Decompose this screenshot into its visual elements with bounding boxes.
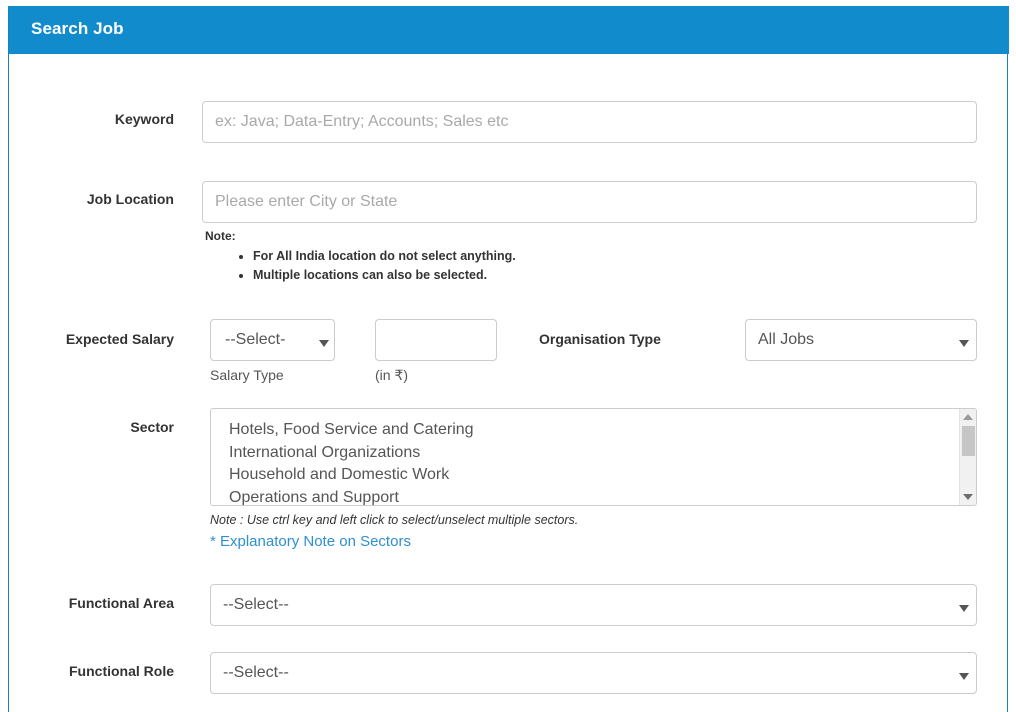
sector-label: Sector xyxy=(130,419,174,435)
functional-role-select[interactable]: --Select-- xyxy=(210,652,977,694)
list-item: For All India location do not select any… xyxy=(237,247,516,266)
keyword-input[interactable]: ex: Java; Data-Entry; Accounts; Sales et… xyxy=(202,101,977,143)
salary-type-select[interactable]: --Select- xyxy=(210,319,335,361)
functional-area-select[interactable]: --Select-- xyxy=(210,584,977,626)
functional-area-label: Functional Area xyxy=(68,595,174,611)
sector-note: Note : Use ctrl key and left click to se… xyxy=(210,513,579,527)
organisation-type-select[interactable]: All Jobs xyxy=(745,319,977,361)
explanatory-note-link[interactable]: * Explanatory Note on Sectors xyxy=(210,533,411,550)
list-item[interactable]: Operations and Support xyxy=(229,487,954,506)
job-location-label: Job Location xyxy=(86,191,174,207)
salary-type-sublabel: Salary Type xyxy=(210,367,284,383)
chevron-down-icon xyxy=(959,605,969,612)
job-location-note-list: For All India location do not select any… xyxy=(237,247,516,285)
chevron-down-icon xyxy=(319,340,329,347)
functional-role-label: Functional Role xyxy=(69,663,174,679)
salary-amount-sublabel: (in ₹) xyxy=(375,367,409,383)
organisation-type-label: Organisation Type xyxy=(539,331,661,347)
scrollbar-thumb[interactable] xyxy=(962,426,975,456)
page-title: Search Job xyxy=(31,19,124,38)
sector-options: Hotels, Food Service and Catering Intern… xyxy=(211,409,954,506)
list-item[interactable]: Household and Domestic Work xyxy=(229,464,954,487)
expected-salary-label: Expected Salary xyxy=(65,331,174,347)
salary-amount-input[interactable] xyxy=(375,319,497,361)
chevron-down-icon xyxy=(959,673,969,680)
scroll-down-arrow-icon[interactable] xyxy=(963,494,973,500)
sector-scrollbar[interactable] xyxy=(959,409,976,505)
search-job-panel: Search Job Keyword ex: Java; Data-Entry;… xyxy=(8,6,1009,712)
chevron-down-icon xyxy=(959,340,969,347)
job-location-input[interactable]: Please enter City or State xyxy=(202,181,977,223)
list-item[interactable]: Hotels, Food Service and Catering xyxy=(229,419,954,442)
search-job-page: Search Job Keyword ex: Java; Data-Entry;… xyxy=(0,0,1016,712)
keyword-label: Keyword xyxy=(114,111,174,127)
panel-header: Search Job xyxy=(9,6,1009,54)
list-item[interactable]: International Organizations xyxy=(229,442,954,465)
scroll-up-arrow-icon[interactable] xyxy=(963,414,973,420)
job-location-note-heading: Note: xyxy=(205,229,236,243)
sector-listbox[interactable]: Hotels, Food Service and Catering Intern… xyxy=(210,408,977,506)
list-item: Multiple locations can also be selected. xyxy=(237,266,516,285)
